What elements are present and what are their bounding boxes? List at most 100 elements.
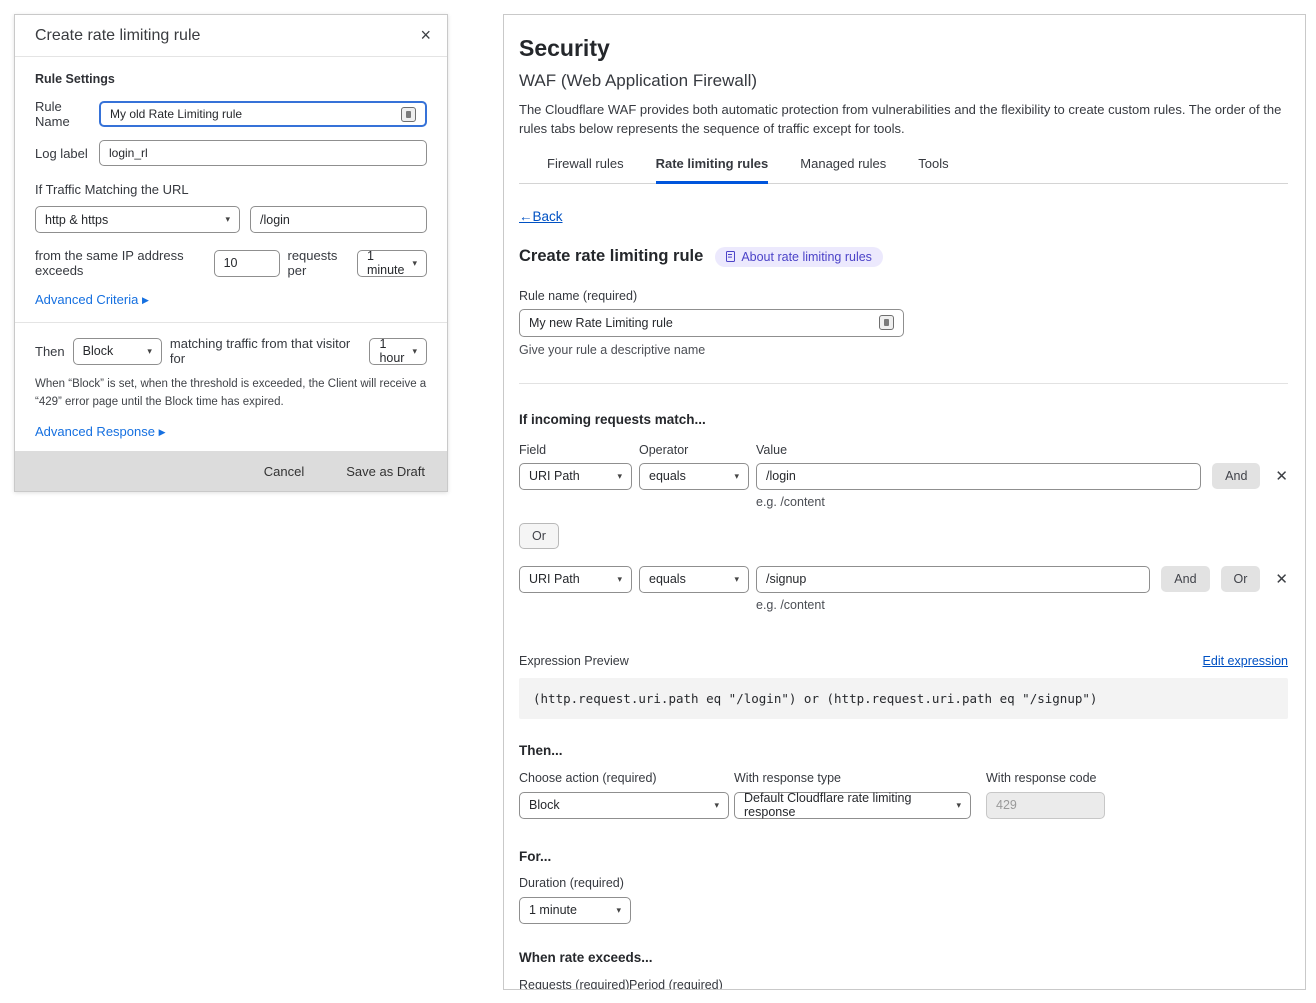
for-section-title: For... (519, 849, 1288, 864)
requests-label: Requests (required) (519, 978, 621, 990)
operator-value: equals (649, 469, 686, 483)
caret-down-icon: ▾ (616, 905, 621, 916)
threshold-middle: requests per (288, 248, 349, 278)
response-code-value: 429 (996, 798, 1017, 812)
threshold-prefix: from the same IP address exceeds (35, 248, 206, 278)
create-rate-limiting-rule-modal: Create rate limiting rule × Rule Setting… (14, 14, 448, 492)
caret-down-icon: ▾ (225, 214, 230, 225)
value-column-label: Value (756, 443, 787, 457)
advanced-response-link[interactable]: Advanced Response ▶ (35, 424, 166, 439)
condition-row: URI Path ▾ equals ▾ /signup And Or ✕ (519, 566, 1288, 593)
or-connector-button[interactable]: Or (519, 523, 559, 549)
edit-expression-link[interactable]: Edit expression (1203, 654, 1288, 668)
operator-value: equals (649, 572, 686, 586)
modal-footer: Cancel Save as Draft (15, 451, 447, 491)
page-description: The Cloudflare WAF provides both automat… (519, 101, 1288, 139)
url-value: /login (260, 213, 290, 227)
field-select[interactable]: URI Path ▾ (519, 463, 632, 490)
traffic-match-label: If Traffic Matching the URL (35, 182, 427, 197)
log-label-input[interactable]: login_rl (99, 140, 427, 166)
value-text: /signup (766, 572, 806, 586)
response-type-label: With response type (734, 771, 971, 785)
action-select[interactable]: Block ▾ (73, 338, 162, 365)
requests-value: 10 (224, 256, 238, 270)
back-arrow-icon: ← (519, 209, 533, 224)
log-label-label: Log label (35, 146, 99, 161)
security-page: Security WAF (Web Application Firewall) … (503, 14, 1306, 990)
caret-down-icon: ▾ (147, 346, 152, 357)
response-type-select[interactable]: Default Cloudflare rate limiting respons… (734, 792, 971, 819)
field-column-label: Field (519, 443, 632, 457)
remove-condition-icon[interactable]: ✕ (1275, 570, 1288, 588)
then-label: Then (35, 344, 65, 359)
advanced-criteria-link[interactable]: Advanced Criteria ▶ (35, 292, 149, 307)
doc-icon (726, 251, 735, 262)
advanced-response-label: Advanced Response (35, 424, 155, 439)
rule-settings-heading: Rule Settings (35, 72, 427, 86)
choose-action-label: Choose action (required) (519, 771, 729, 785)
response-code-label: With response code (986, 771, 1105, 785)
save-as-draft-button[interactable]: Save as Draft (346, 464, 425, 479)
modal-header: Create rate limiting rule × (15, 15, 447, 57)
log-label-value: login_rl (109, 146, 148, 160)
requests-input[interactable]: 10 (214, 250, 280, 277)
operator-select[interactable]: equals ▾ (639, 463, 749, 490)
expression-code: (http.request.uri.path eq "/login") or (… (519, 678, 1288, 719)
close-icon[interactable]: × (420, 25, 431, 46)
caret-down-icon: ▾ (714, 800, 719, 811)
page-title: Security (519, 35, 1288, 62)
caret-down-icon: ▾ (412, 258, 417, 269)
caret-down-icon: ▾ (617, 574, 622, 585)
rate-section-title: When rate exceeds... (519, 950, 1288, 965)
duration-select[interactable]: 1 minute ▾ (519, 897, 631, 924)
and-button[interactable]: And (1212, 463, 1260, 489)
cancel-button[interactable]: Cancel (264, 464, 304, 479)
value-helper: e.g. /content (756, 598, 1288, 612)
operator-column-label: Operator (639, 443, 749, 457)
caret-down-icon: ▾ (956, 800, 961, 811)
expression-preview-label: Expression Preview (519, 654, 629, 668)
and-button[interactable]: And (1161, 566, 1209, 592)
period-select[interactable]: 1 minute ▾ (357, 250, 427, 277)
autofill-extension-icon[interactable] (879, 315, 894, 330)
period-value: 1 minute (367, 249, 405, 277)
or-button[interactable]: Or (1221, 566, 1261, 592)
duration-select[interactable]: 1 hour ▾ (369, 338, 427, 365)
tab-rate-limiting-rules[interactable]: Rate limiting rules (656, 156, 769, 184)
block-note: When “Block” is set, when the threshold … (35, 376, 427, 412)
caret-down-icon: ▾ (412, 346, 417, 357)
period-label: Period (required) (629, 978, 739, 990)
autofill-extension-icon[interactable] (401, 107, 416, 122)
field-value: URI Path (529, 469, 580, 483)
rule-name-input[interactable]: My old Rate Limiting rule (99, 101, 427, 127)
tab-firewall-rules[interactable]: Firewall rules (547, 156, 624, 184)
rule-name-input[interactable]: My new Rate Limiting rule (519, 309, 904, 337)
divider (15, 322, 447, 323)
then-middle: matching traffic from that visitor for (170, 336, 362, 366)
caret-down-icon: ▾ (734, 574, 739, 585)
about-rate-limiting-badge[interactable]: About rate limiting rules (715, 247, 883, 267)
scheme-select[interactable]: http & https ▾ (35, 206, 240, 233)
then-section-title: Then... (519, 743, 1288, 758)
back-link[interactable]: ←Back (519, 209, 563, 224)
duration-value: 1 minute (529, 903, 577, 917)
about-badge-label: About rate limiting rules (741, 250, 872, 264)
disclosure-triangle-icon: ▶ (159, 427, 166, 437)
remove-condition-icon[interactable]: ✕ (1275, 467, 1288, 485)
value-input[interactable]: /signup (756, 566, 1150, 593)
tab-managed-rules[interactable]: Managed rules (800, 156, 886, 184)
value-helper: e.g. /content (756, 495, 1288, 509)
field-value: URI Path (529, 572, 580, 586)
back-label: Back (533, 209, 563, 224)
tab-tools[interactable]: Tools (918, 156, 948, 184)
modal-title: Create rate limiting rule (35, 27, 420, 45)
url-input[interactable]: /login (250, 206, 427, 233)
response-type-value: Default Cloudflare rate limiting respons… (744, 791, 948, 819)
operator-select[interactable]: equals ▾ (639, 566, 749, 593)
divider (519, 383, 1288, 384)
action-select[interactable]: Block ▾ (519, 792, 729, 819)
duration-value: 1 hour (379, 337, 404, 365)
value-input[interactable]: /login (756, 463, 1201, 490)
duration-label: Duration (required) (519, 876, 1288, 890)
field-select[interactable]: URI Path ▾ (519, 566, 632, 593)
